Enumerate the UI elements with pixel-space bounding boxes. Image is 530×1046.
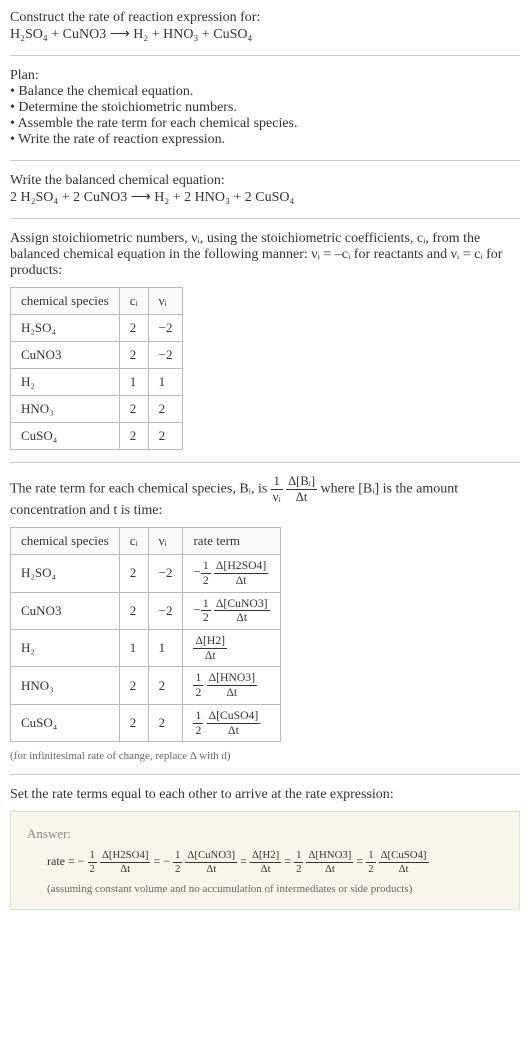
cell: HNO₃ [11, 396, 120, 423]
divider [10, 160, 520, 161]
cell: 2 [119, 396, 148, 423]
col-header: cᵢ [119, 528, 148, 555]
answer-expression: rate = − 12 Δ[H2SO4]Δt = − 12 Δ[CuNO3]Δt… [47, 850, 503, 875]
cell: 1 [119, 630, 148, 667]
balanced-equation: 2 H₂SO₄ + 2 CuNO3 ⟶ H₂ + 2 HNO₃ + 2 CuSO… [10, 189, 520, 206]
col-header: rate term [183, 528, 280, 555]
prompt-text: Construct the rate of reaction expressio… [10, 10, 520, 26]
table-header-row: chemical species cᵢ νᵢ rate term [11, 528, 281, 555]
cell: 2 [119, 667, 148, 704]
fraction: Δ[Bᵢ]Δt [286, 475, 317, 503]
plan-bullet: • Write the rate of reaction expression. [10, 132, 520, 148]
col-header: chemical species [11, 288, 120, 315]
plan-bullet: • Balance the chemical equation. [10, 84, 520, 100]
answer-box: Answer: rate = − 12 Δ[H2SO4]Δt = − 12 Δ[… [10, 811, 520, 910]
stoich-table: chemical species cᵢ νᵢ H₂SO₄2−2 CuNO32−2… [10, 287, 183, 450]
stoich-text: Assign stoichiometric numbers, νᵢ, using… [10, 231, 520, 279]
cell: 2 [148, 396, 183, 423]
stoich-block: Assign stoichiometric numbers, νᵢ, using… [10, 231, 520, 450]
final-heading: Set the rate terms equal to each other t… [10, 787, 520, 803]
rate-term-table: chemical species cᵢ νᵢ rate term H₂SO₄2−… [10, 527, 281, 742]
cell: Δ[H2]Δt [183, 630, 280, 667]
cell: 2 [148, 704, 183, 741]
text-part: The rate term for each chemical species,… [10, 481, 271, 496]
divider [10, 55, 520, 56]
rate-term-text: The rate term for each chemical species,… [10, 475, 520, 519]
final-block: Set the rate terms equal to each other t… [10, 787, 520, 910]
cell: 2 [119, 315, 148, 342]
cell: −2 [148, 315, 183, 342]
infinitesimal-note: (for infinitesimal rate of change, repla… [10, 750, 520, 762]
cell: H₂SO₄ [11, 315, 120, 342]
cell: CuNO3 [11, 342, 120, 369]
cell: H₂ [11, 369, 120, 396]
table-row: HNO₃2212 Δ[HNO3]Δt [11, 667, 281, 704]
answer-note: (assuming constant volume and no accumul… [47, 883, 503, 895]
col-header: chemical species [11, 528, 120, 555]
table-row: CuNO32−2−12 Δ[CuNO3]Δt [11, 592, 281, 629]
cell: 1 [148, 369, 183, 396]
cell: 12 Δ[HNO3]Δt [183, 667, 280, 704]
cell: 2 [148, 667, 183, 704]
cell: CuSO₄ [11, 423, 120, 450]
cell: −12 Δ[H2SO4]Δt [183, 555, 280, 592]
divider [10, 774, 520, 775]
cell: −12 Δ[CuNO3]Δt [183, 592, 280, 629]
col-header: νᵢ [148, 288, 183, 315]
cell: CuSO₄ [11, 704, 120, 741]
cell: 1 [148, 630, 183, 667]
table-row: CuSO₄2212 Δ[CuSO4]Δt [11, 704, 281, 741]
cell: 2 [119, 555, 148, 592]
table-row: CuSO₄22 [11, 423, 183, 450]
plan-bullet: • Determine the stoichiometric numbers. [10, 100, 520, 116]
plan-heading: Plan: [10, 68, 520, 84]
divider [10, 218, 520, 219]
balanced-heading: Write the balanced chemical equation: [10, 173, 520, 189]
table-row: H₂11 [11, 369, 183, 396]
prompt-block: Construct the rate of reaction expressio… [10, 10, 520, 43]
col-header: νᵢ [148, 528, 183, 555]
table-row: H₂SO₄2−2−12 Δ[H2SO4]Δt [11, 555, 281, 592]
cell: H₂SO₄ [11, 555, 120, 592]
cell: H₂ [11, 630, 120, 667]
cell: 12 Δ[CuSO4]Δt [183, 704, 280, 741]
cell: CuNO3 [11, 592, 120, 629]
table-row: H₂11Δ[H2]Δt [11, 630, 281, 667]
table-header-row: chemical species cᵢ νᵢ [11, 288, 183, 315]
cell: 2 [119, 423, 148, 450]
cell: 2 [119, 704, 148, 741]
cell: 2 [148, 423, 183, 450]
rate-term-block: The rate term for each chemical species,… [10, 475, 520, 762]
balanced-block: Write the balanced chemical equation: 2 … [10, 173, 520, 206]
prompt-equation: H₂SO₄ + CuNO3 ⟶ H₂ + HNO₃ + CuSO₄ [10, 26, 520, 43]
cell: 2 [119, 592, 148, 629]
table-row: HNO₃22 [11, 396, 183, 423]
cell: −2 [148, 555, 183, 592]
answer-label: Answer: [27, 826, 503, 842]
cell: 2 [119, 342, 148, 369]
table-row: CuNO32−2 [11, 342, 183, 369]
plan-block: Plan: • Balance the chemical equation. •… [10, 68, 520, 148]
cell: −2 [148, 592, 183, 629]
col-header: cᵢ [119, 288, 148, 315]
fraction: 1νᵢ [271, 475, 283, 503]
cell: −2 [148, 342, 183, 369]
table-row: H₂SO₄2−2 [11, 315, 183, 342]
cell: HNO₃ [11, 667, 120, 704]
divider [10, 462, 520, 463]
cell: 1 [119, 369, 148, 396]
plan-bullet: • Assemble the rate term for each chemic… [10, 116, 520, 132]
